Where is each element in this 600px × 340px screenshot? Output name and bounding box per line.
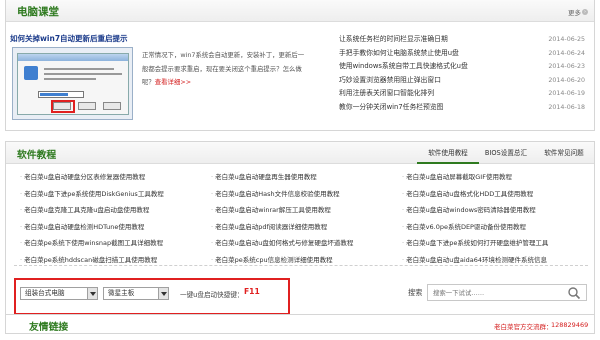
tutorial-link-text: 老白菜v6.0pe系统DEP驱动备份使用教程 xyxy=(406,222,526,231)
machine-type-select[interactable]: 组装台式电脑 xyxy=(20,287,98,300)
tutorial-link[interactable]: · 老白菜u盘启动硬盘检测HDTune使用教程 xyxy=(20,219,144,236)
tutorial-link-text: 老白菜u盘启动winrar解压工具使用教程 xyxy=(215,206,331,215)
tutorial-link-text: 老白菜pe系统下使用winsnap截图工具详细教程 xyxy=(24,239,164,248)
tutorial-grid: · 老白菜u盘启动硬盘分区表修复器使用教程 · 老白菜u盘启动硬盘再生器使用教程 ·… xyxy=(20,169,590,269)
tutorial-row: · 老白菜u盘下进pe系统使用DiskGenius工具教程 · 老白菜u盘启动Ha… xyxy=(20,186,590,203)
news-item-title[interactable]: 巧妙设置浏览器禁用阻止弹出窗口 xyxy=(339,74,441,88)
news-item[interactable]: 利用注册表关闭窗口智能化排列 2014-06-19 xyxy=(327,87,591,101)
magnifier-icon[interactable] xyxy=(567,286,581,300)
news-item[interactable]: 巧妙设置浏览器禁用阻止弹出窗口 2014-06-20 xyxy=(327,74,591,88)
tutorial-link[interactable]: · 老白菜u盘启动winrar解压工具使用教程 xyxy=(211,202,331,219)
tutorial-link[interactable]: · 老白菜u盘启动pdf阅读器详细使用教程 xyxy=(211,219,327,236)
thumbnail-dialog-window xyxy=(17,53,129,115)
tutorial-link[interactable]: · 老白菜u盘启动屏幕截取GIF使用教程 xyxy=(402,169,512,186)
tutorial-link[interactable]: · 老白菜u盘下进pe系统使用DiskGenius工具教程 xyxy=(20,186,164,203)
friend-links-title: 友情链接 xyxy=(29,322,69,333)
tutorial-link-text: 老白菜pe系统hddscan磁盘扫描工具使用教程 xyxy=(24,255,158,264)
tutorial-link[interactable]: · 老白菜u盘启动u盘如何格式与修复硬盘坏道教程 xyxy=(211,235,353,252)
tutorial-row: · 老白菜pe系统下使用winsnap截图工具详细教程 · 老白菜u盘启动u盘如何… xyxy=(20,235,590,252)
tutorial-link-text: 老白菜u盘克隆工具克隆u盘启动盘使用教程 xyxy=(24,206,150,215)
tutorial-link-text: 老白菜u盘启动u盘格式化HDD工具使用教程 xyxy=(406,189,534,198)
tutorial-row: · 老白菜u盘启动硬盘分区表修复器使用教程 · 老白菜u盘启动硬盘再生器使用教程 ·… xyxy=(20,169,590,186)
tutorial-row: · 老白菜pe系统hddscan磁盘扫描工具使用教程 · 老白菜pe系统cpu信息… xyxy=(20,252,590,269)
tutorial-link[interactable]: · 老白菜u盘启动u盘aida64环境检测硬件系统信息 xyxy=(402,252,547,269)
tutorial-link-text: 老白菜pe系统cpu信息检测详细使用教程 xyxy=(215,255,333,264)
tutorial-link-text: 老白菜u盘下进pe系统如何打开硬盘维护管理工具 xyxy=(406,239,549,248)
tutorial-link[interactable]: · 老白菜u盘克隆工具克隆u盘启动盘使用教程 xyxy=(20,202,149,219)
news-item[interactable]: 使用windows系统自带工具快速格式化u盘 2014-06-23 xyxy=(327,60,591,74)
chevron-right-circle-icon: › xyxy=(582,9,588,15)
thumbnail-highlight-box xyxy=(51,100,75,113)
tutorial-link-text: 老白菜u盘启动u盘aida64环境检测硬件系统信息 xyxy=(406,255,548,264)
tutorial-link[interactable]: · 老白菜pe系统cpu信息检测详细使用教程 xyxy=(211,252,333,269)
more-label: 更多 xyxy=(568,9,581,17)
tutorial-link[interactable]: · 老白菜u盘启动Hash文件信息校验使用教程 xyxy=(211,186,340,203)
featured-article-description: 正常情况下，win7系统会自动更新，安装补丁，更新后一般都会提示要求重启，现在要… xyxy=(142,51,305,87)
machine-type-value: 组装台式电脑 xyxy=(25,289,65,297)
section-divider xyxy=(14,265,588,266)
news-item-date: 2014-06-20 xyxy=(548,76,585,84)
triangle-down-icon xyxy=(87,288,97,299)
tutorial-link-text: 老白菜u盘启动硬盘检测HDTune使用教程 xyxy=(24,222,145,231)
news-item-title[interactable]: 教你一分钟关闭win7任务栏预览图 xyxy=(339,101,443,115)
news-item-title[interactable]: 使用windows系统自带工具快速格式化u盘 xyxy=(339,60,468,74)
news-item-title[interactable]: 手把手教你如何让电脑系统禁止使用u盘 xyxy=(339,47,459,61)
qq-group-number: 128829469 xyxy=(551,321,589,329)
featured-more-link[interactable]: 查看详细>> xyxy=(155,78,191,86)
search-label: 搜索 xyxy=(408,288,423,297)
search-input[interactable] xyxy=(427,284,587,301)
news-item-date: 2014-06-24 xyxy=(548,49,585,57)
tutorial-link[interactable]: · 老白菜u盘启动windows密码清除器使用教程 xyxy=(402,202,536,219)
software-tutorials-title: 软件教程 xyxy=(17,150,57,161)
news-item-date: 2014-06-23 xyxy=(548,63,585,71)
tutorial-link[interactable]: · 老白菜u盘启动硬盘再生器使用教程 xyxy=(211,169,317,186)
featured-article-thumbnail[interactable] xyxy=(12,47,133,120)
news-item-title[interactable]: 让系统任务栏的时间栏显示准确日期 xyxy=(339,33,448,47)
tutorial-link[interactable]: · 老白菜u盘下进pe系统如何打开硬盘维护管理工具 xyxy=(402,235,548,252)
news-item[interactable]: 手把手教你如何让电脑系统禁止使用u盘 2014-06-24 xyxy=(327,47,591,61)
news-item[interactable]: 教你一分钟关闭win7任务栏预览图 2014-06-18 xyxy=(327,101,591,115)
computer-class-header: 电脑课堂 更多 › xyxy=(6,0,594,22)
tutorial-link-text: 老白菜u盘启动Hash文件信息校验使用教程 xyxy=(215,189,340,198)
thumbnail-input-field xyxy=(38,91,84,98)
tutorial-link[interactable]: · 老白菜u盘启动硬盘分区表修复器使用教程 xyxy=(20,169,145,186)
tutorial-link[interactable]: · 老白菜pe系统下使用winsnap截图工具详细教程 xyxy=(20,235,163,252)
tutorial-link-text: 老白菜u盘启动屏幕截取GIF使用教程 xyxy=(406,173,512,181)
triangle-down-icon xyxy=(158,288,168,299)
software-tutorials-header: 软件教程 软件使用教程 BIOS设置总汇 软件常见问题 xyxy=(6,142,594,164)
news-item-title[interactable]: 利用注册表关闭窗口智能化排列 xyxy=(339,87,434,101)
tutorial-link-text: 老白菜u盘下进pe系统使用DiskGenius工具教程 xyxy=(24,189,164,198)
more-link[interactable]: 更多 › xyxy=(568,7,588,17)
featured-article-title[interactable]: 如何关掉win7自动更新后重启提示 xyxy=(10,33,128,44)
hotkey-label: 一键u盘启动快捷键： xyxy=(180,291,244,299)
tutorial-link-text: 老白菜u盘启动windows密码清除器使用教程 xyxy=(406,206,536,215)
news-item-date: 2014-06-25 xyxy=(548,36,585,43)
tutorial-row: · 老白菜u盘启动硬盘检测HDTune使用教程 · 老白菜u盘启动pdf阅读器详细… xyxy=(20,219,590,236)
tab-bios-settings[interactable]: BIOS设置总汇 xyxy=(480,142,532,164)
tutorial-link-text: 老白菜u盘启动u盘如何格式与修复硬盘坏道教程 xyxy=(215,239,354,248)
news-item-date: 2014-06-18 xyxy=(548,103,585,111)
tutorial-link-text: 老白菜u盘启动硬盘再生器使用教程 xyxy=(215,173,317,181)
computer-class-title: 电脑课堂 xyxy=(17,6,59,18)
thumbnail-app-icon xyxy=(24,66,38,80)
tab-software-faq[interactable]: 软件常见问题 xyxy=(536,142,592,164)
tutorial-link[interactable]: · 老白菜u盘启动u盘格式化HDD工具使用教程 xyxy=(402,186,533,203)
tutorial-link-text: 老白菜u盘启动硬盘分区表修复器使用教程 xyxy=(24,173,146,181)
tutorial-link[interactable]: · 老白菜v6.0pe系统DEP驱动备份使用教程 xyxy=(402,219,526,236)
tab-software-usage[interactable]: 软件使用教程 xyxy=(417,142,479,164)
tutorial-row: · 老白菜u盘克隆工具克隆u盘启动盘使用教程 · 老白菜u盘启动winrar解压工… xyxy=(20,202,590,219)
motherboard-value: 微星主板 xyxy=(108,289,135,297)
qq-group-label: 老白菜官方交流群： xyxy=(494,323,553,331)
tutorial-link[interactable]: · 老白菜pe系统hddscan磁盘扫描工具使用教程 xyxy=(20,252,157,269)
news-item[interactable]: 让系统任务栏的时间栏显示准确日期 2014-06-25 xyxy=(327,33,591,47)
motherboard-select[interactable]: 微星主板 xyxy=(103,287,169,300)
news-list: 让系统任务栏的时间栏显示准确日期 2014-06-25 手把手教你如何让电脑系统禁止… xyxy=(327,33,591,115)
news-item-date: 2014-06-19 xyxy=(548,90,585,98)
tutorial-link-text: 老白菜u盘启动pdf阅读器详细使用教程 xyxy=(215,222,328,231)
hotkey-value: F11 xyxy=(244,287,260,296)
